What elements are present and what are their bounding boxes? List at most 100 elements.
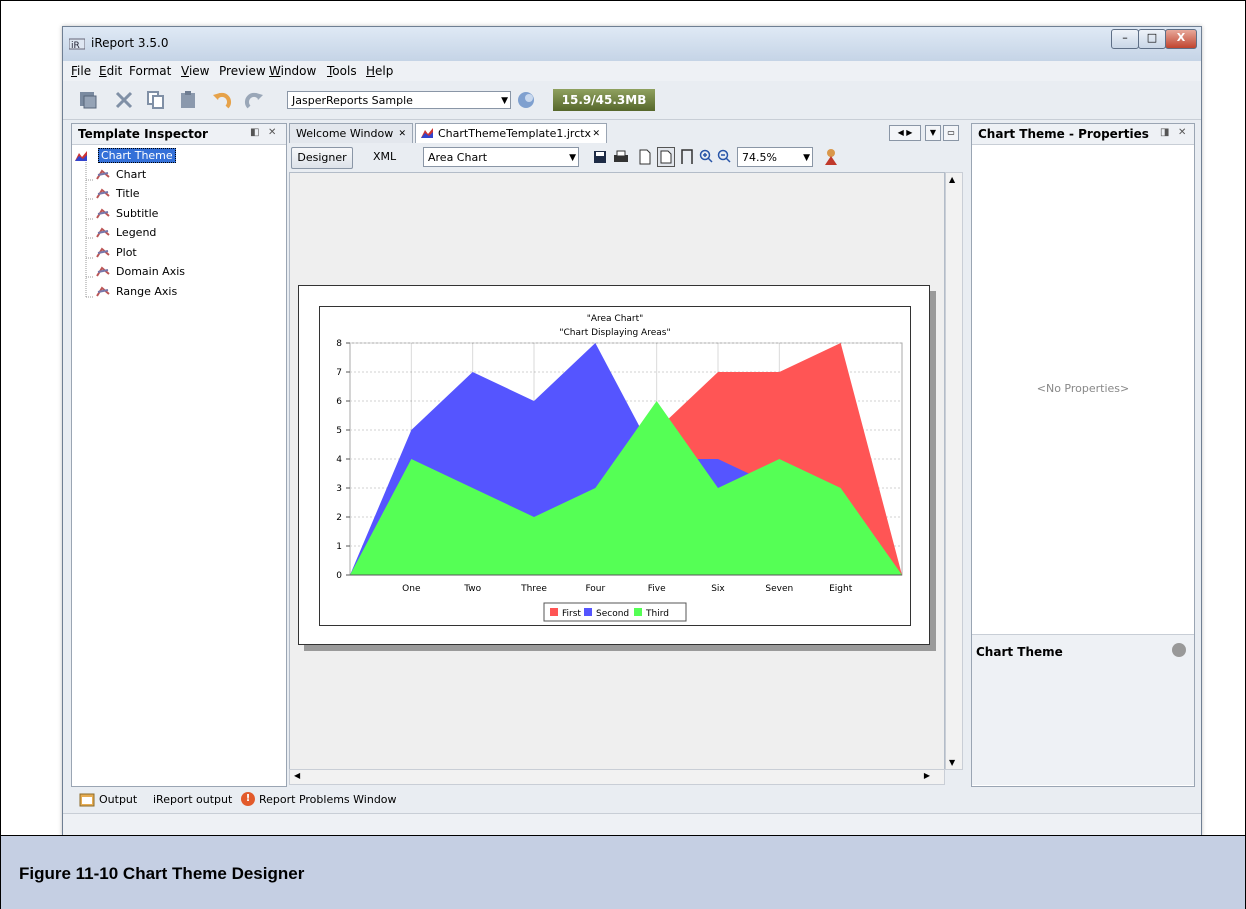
save-icon[interactable] bbox=[593, 150, 607, 164]
x-tick-label: Five bbox=[648, 584, 666, 594]
subtitle-node-icon bbox=[96, 208, 110, 219]
tab-scroll-arrows[interactable]: ◀ ▶ bbox=[889, 125, 921, 141]
print-icon[interactable] bbox=[613, 150, 629, 164]
zoom-out-icon[interactable] bbox=[717, 149, 731, 163]
page-width-icon[interactable] bbox=[681, 149, 693, 165]
designer-button[interactable]: Designer bbox=[291, 147, 353, 169]
close-panel-icon[interactable]: ✕ bbox=[1178, 127, 1186, 138]
menu-window[interactable]: Window bbox=[269, 64, 316, 78]
zoom-select[interactable]: 74.5% ▼ bbox=[737, 147, 813, 167]
app-title: iReport 3.5.0 bbox=[91, 36, 169, 50]
report-problems-tab[interactable]: Report Problems Window bbox=[259, 793, 397, 806]
menu-view-mnemonic: V bbox=[181, 64, 189, 78]
problems-icon: ! bbox=[241, 792, 255, 806]
application-window: iR iReport 3.5.0 – □ X File Edit Format … bbox=[62, 26, 1202, 836]
chart-type-value: Area Chart bbox=[428, 151, 488, 164]
page-portrait-icon[interactable] bbox=[639, 149, 651, 165]
redo-icon[interactable] bbox=[243, 89, 265, 111]
chart-theme-icon bbox=[75, 151, 87, 161]
chart-theme-file-icon bbox=[421, 128, 433, 138]
ireport-logo-icon: iR bbox=[69, 38, 85, 51]
legend-label: First bbox=[562, 609, 581, 619]
y-tick-label: 5 bbox=[336, 426, 342, 436]
x-tick-label: Eight bbox=[829, 584, 853, 594]
menu-help[interactable]: Help bbox=[366, 64, 393, 78]
x-tick-label: Two bbox=[463, 584, 481, 594]
scroll-up-icon[interactable]: ▲ bbox=[949, 175, 955, 184]
close-button[interactable]: X bbox=[1165, 29, 1197, 49]
y-tick-label: 1 bbox=[336, 542, 342, 552]
minimize-panel-icon[interactable]: ◧ bbox=[250, 127, 259, 138]
scroll-down-icon[interactable]: ▼ bbox=[949, 758, 955, 767]
tab-chart-theme-template[interactable]: ChartThemeTemplate1.jrctx ✕ bbox=[415, 123, 607, 143]
main-toolbar: JasperReports Sample ▼ 15.9/45.3MB bbox=[63, 81, 1201, 120]
menu-format[interactable]: Format bbox=[129, 64, 171, 78]
minimize-panel-icon[interactable]: ◨ bbox=[1160, 127, 1169, 138]
area-chart: "Area Chart" "Chart Displaying Areas" On… bbox=[336, 314, 903, 622]
ireport-output-tab[interactable]: iReport output bbox=[153, 793, 232, 806]
y-tick-label: 3 bbox=[336, 484, 342, 494]
cut-icon[interactable] bbox=[113, 89, 135, 111]
panel-title: Chart Theme - Properties bbox=[978, 127, 1149, 141]
menu-preview[interactable]: Preview bbox=[219, 64, 266, 78]
panel-header: Template Inspector ◧ ✕ bbox=[72, 124, 286, 145]
tree-item-label: Subtitle bbox=[116, 207, 159, 220]
legend-label: Third bbox=[645, 609, 669, 619]
output-icon bbox=[79, 793, 95, 807]
x-tick-label: Four bbox=[585, 584, 605, 594]
menu-format-label: Format bbox=[129, 64, 172, 78]
chart-preview: "Area Chart" "Chart Displaying Areas" On… bbox=[319, 306, 911, 626]
undo-icon[interactable] bbox=[211, 89, 233, 111]
chart-node-icon bbox=[96, 169, 110, 180]
editor-area: Welcome Window ✕ ChartThemeTemplate1.jrc… bbox=[289, 123, 967, 785]
scroll-left-icon[interactable]: ◀ bbox=[294, 771, 300, 780]
output-tab[interactable]: Output bbox=[99, 793, 137, 806]
save-all-icon[interactable] bbox=[77, 89, 99, 111]
menu-view-label: iew bbox=[188, 64, 210, 78]
vertical-scrollbar[interactable]: ▲ ▼ bbox=[945, 172, 963, 770]
tab-list-icon[interactable]: ▼ bbox=[925, 125, 941, 141]
maximize-button[interactable]: □ bbox=[1138, 29, 1166, 49]
horizontal-scrollbar[interactable]: ◀ ▶ bbox=[289, 769, 945, 785]
datasource-value: JasperReports Sample bbox=[292, 94, 413, 107]
datasource-select[interactable]: JasperReports Sample ▼ bbox=[287, 91, 511, 109]
zoom-in-icon[interactable] bbox=[699, 149, 713, 163]
minimize-button[interactable]: – bbox=[1111, 29, 1139, 49]
report-page: "Area Chart" "Chart Displaying Areas" On… bbox=[298, 285, 930, 645]
help-icon[interactable] bbox=[1172, 643, 1186, 657]
menu-view[interactable]: View bbox=[181, 64, 209, 78]
tab-welcome-window[interactable]: Welcome Window ✕ bbox=[289, 123, 413, 143]
chart-type-select[interactable]: Area Chart ▼ bbox=[423, 147, 579, 167]
menu-edit[interactable]: Edit bbox=[99, 64, 122, 78]
copy-icon[interactable] bbox=[145, 89, 167, 111]
tree-item-label: Plot bbox=[116, 246, 137, 259]
maximize-editor-icon[interactable]: ▭ bbox=[943, 125, 959, 141]
y-tick-label: 0 bbox=[336, 571, 342, 581]
legend-swatch bbox=[550, 608, 558, 616]
menu-tools-label: ools bbox=[332, 64, 357, 78]
preview-chart-icon[interactable] bbox=[823, 148, 839, 166]
chart-subtitle: "Chart Displaying Areas" bbox=[559, 328, 670, 338]
datasource-report-icon[interactable] bbox=[515, 89, 537, 111]
property-help-area: Chart Theme bbox=[972, 634, 1194, 785]
xml-button[interactable]: XML bbox=[373, 150, 396, 163]
figure-caption-bar: Figure 11-10 Chart Theme Designer bbox=[1, 835, 1245, 909]
close-tab-icon[interactable]: ✕ bbox=[398, 124, 406, 144]
legend-node-icon bbox=[96, 227, 110, 238]
chevron-down-icon: ▼ bbox=[569, 153, 576, 163]
menu-file[interactable]: File bbox=[71, 64, 91, 78]
plot-node-icon bbox=[96, 247, 110, 258]
menu-edit-label: dit bbox=[106, 64, 123, 78]
paste-icon[interactable] bbox=[177, 89, 199, 111]
scroll-right-icon[interactable]: ▶ bbox=[924, 771, 930, 780]
memory-meter[interactable]: 15.9/45.3MB bbox=[553, 89, 655, 111]
properties-panel: Chart Theme - Properties ◨ ✕ <No Propert… bbox=[971, 123, 1195, 787]
tab-label: Welcome Window bbox=[296, 127, 394, 140]
close-panel-icon[interactable]: ✕ bbox=[268, 127, 276, 138]
design-canvas[interactable]: "Area Chart" "Chart Displaying Areas" On… bbox=[289, 172, 945, 770]
legend-swatch bbox=[584, 608, 592, 616]
chevron-down-icon: ▼ bbox=[501, 96, 508, 106]
menu-tools[interactable]: Tools bbox=[327, 64, 357, 78]
page-fit-icon[interactable] bbox=[657, 147, 675, 167]
close-tab-icon[interactable]: ✕ bbox=[592, 124, 600, 144]
